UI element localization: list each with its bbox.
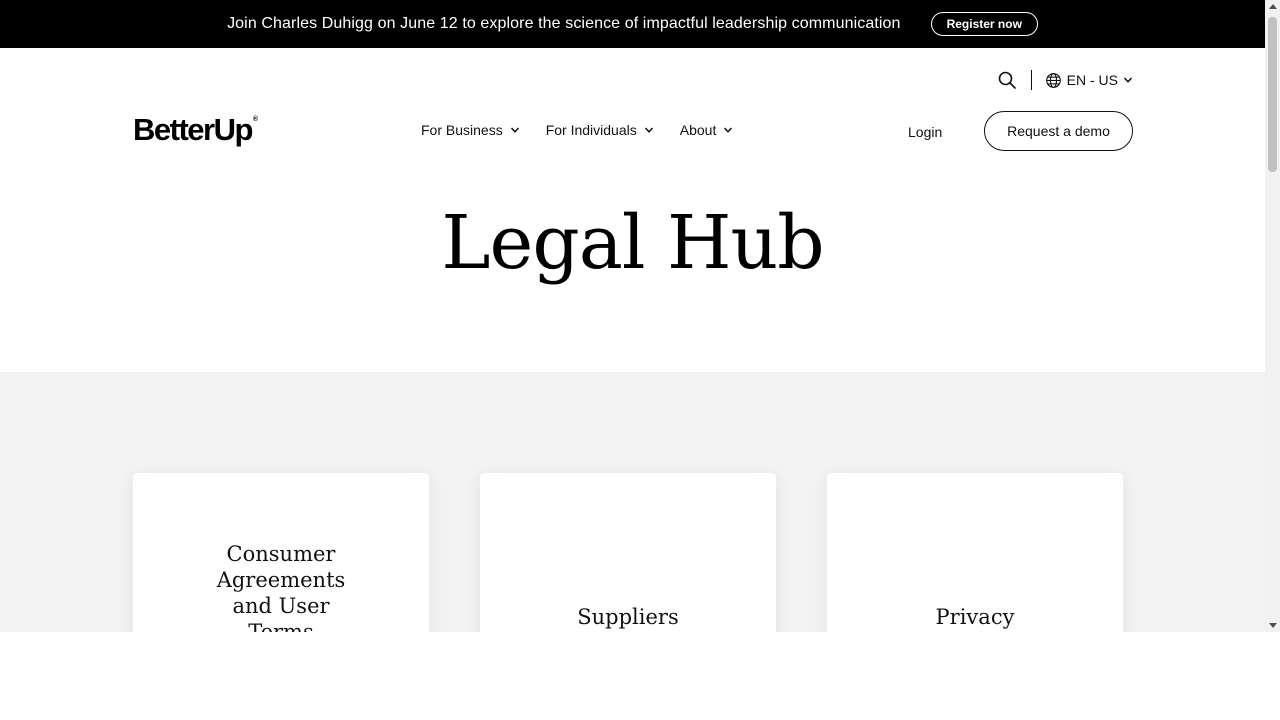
nav-item-label: For Individuals	[545, 122, 637, 138]
nav-item-about[interactable]: About	[680, 122, 734, 138]
card-suppliers[interactable]: Suppliers	[480, 473, 776, 632]
scroll-down-arrow-icon[interactable]	[1269, 623, 1277, 628]
nav-item-for-individuals[interactable]: For Individuals	[546, 122, 654, 138]
nav-item-label: For Business	[421, 122, 503, 138]
request-demo-button[interactable]: Request a demo	[984, 111, 1133, 151]
chevron-down-icon	[1123, 75, 1133, 85]
nav-item-for-business[interactable]: For Business	[421, 122, 520, 138]
card-consumer-agreements[interactable]: Consumer Agreements and User Terms	[133, 473, 429, 632]
locale-label: EN - US	[1066, 72, 1118, 88]
card-privacy[interactable]: Privacy	[827, 473, 1123, 632]
blank-area	[0, 632, 1280, 720]
utility-row: EN - US	[997, 68, 1133, 92]
promo-banner: Join Charles Duhigg on June 12 to explor…	[0, 0, 1265, 48]
chevron-down-icon	[723, 125, 733, 135]
registered-mark: ®	[252, 116, 259, 123]
nav-links: For Business For Individuals About	[421, 122, 733, 138]
locale-selector[interactable]: EN - US	[1045, 72, 1133, 89]
main-navigation: BetterUp® For Business For Individuals A…	[0, 110, 1265, 154]
globe-icon	[1045, 72, 1062, 89]
page-viewport: Join Charles Duhigg on June 12 to explor…	[0, 0, 1265, 632]
scrollbar-thumb[interactable]	[1268, 17, 1277, 172]
chevron-down-icon	[644, 125, 654, 135]
scroll-up-arrow-icon[interactable]	[1269, 4, 1277, 9]
vertical-scrollbar[interactable]	[1265, 0, 1280, 632]
register-now-button[interactable]: Register now	[930, 12, 1038, 36]
utility-divider	[1030, 70, 1032, 90]
card-title: Privacy	[935, 605, 1015, 629]
card-title: Consumer Agreements and User Terms	[216, 542, 346, 632]
card-title: Suppliers	[577, 605, 679, 629]
betterup-logo[interactable]: BetterUp®	[133, 112, 258, 148]
chevron-down-icon	[510, 125, 520, 135]
legal-cards-section: Consumer Agreements and User Terms Suppl…	[0, 372, 1265, 632]
logo-wordmark: BetterUp	[133, 112, 253, 147]
search-icon[interactable]	[997, 70, 1017, 90]
promo-text: Join Charles Duhigg on June 12 to explor…	[227, 15, 901, 32]
login-link[interactable]: Login	[908, 124, 942, 140]
nav-item-label: About	[679, 122, 717, 138]
page-title: Legal Hub	[441, 200, 824, 286]
